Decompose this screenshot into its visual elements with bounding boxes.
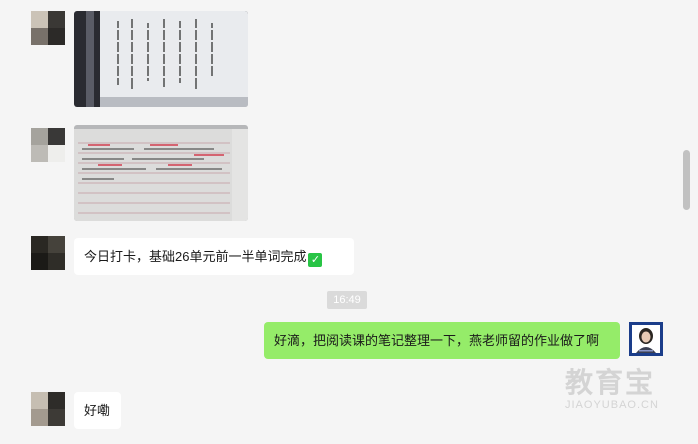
contact-avatar[interactable] xyxy=(31,236,65,270)
contact-avatar[interactable] xyxy=(31,392,65,426)
watermark-logo: 教育宝 JIAOYUBAO.CN xyxy=(565,368,681,422)
my-avatar[interactable] xyxy=(629,322,663,356)
text-message: 好嘞 xyxy=(74,392,121,429)
text-message: 今日打卡，基础26单元前一半单词完成 ✓ xyxy=(74,238,354,275)
image-message[interactable] xyxy=(74,11,248,107)
teacher-avatar-image xyxy=(629,322,663,356)
image-vocab-notes xyxy=(74,11,248,107)
watermark-domain: JIAOYUBAO.CN xyxy=(565,399,659,411)
message-text: 好滴，把阅读课的笔记整理一下，燕老师留的作业做了啊 xyxy=(274,333,600,348)
contact-avatar[interactable] xyxy=(31,11,65,45)
checkmark-icon: ✓ xyxy=(308,253,323,267)
image-message[interactable] xyxy=(74,125,248,221)
timestamp: 16:49 xyxy=(327,291,367,309)
contact-avatar[interactable] xyxy=(31,128,65,162)
image-notebook xyxy=(74,125,248,221)
scrollbar-thumb[interactable] xyxy=(683,150,690,210)
outgoing-message: 好滴，把阅读课的笔记整理一下，燕老师留的作业做了啊 xyxy=(264,322,620,359)
chat-area: 今日打卡，基础26单元前一半单词完成 ✓ 16:49 好滴，把阅读课的笔记整理一下… xyxy=(0,0,698,444)
message-text: 好嘞 xyxy=(84,403,111,418)
watermark-brand: 教育宝 xyxy=(565,367,656,398)
message-text: 今日打卡，基础26单元前一半单词完成 xyxy=(84,249,307,264)
